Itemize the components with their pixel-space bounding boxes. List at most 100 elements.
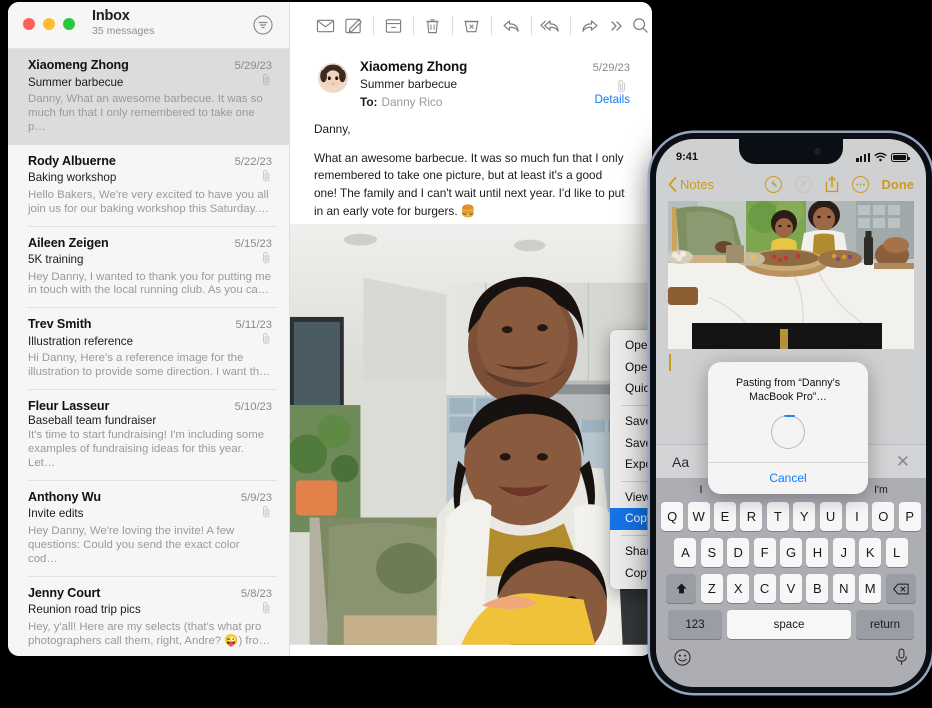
keyboard-key[interactable]: J [832,538,855,567]
numbers-key[interactable]: 123 [668,610,722,639]
microphone-icon[interactable] [895,648,908,666]
junk-icon[interactable] [458,11,487,41]
shift-icon[interactable] [666,574,697,603]
context-menu-item[interactable]: Copy Subject [610,562,652,584]
keyboard-key[interactable]: R [740,502,763,531]
delete-icon[interactable] [418,11,447,41]
keyboard-key[interactable]: X [727,574,750,603]
minimize-window-button[interactable] [43,18,55,30]
search-icon[interactable] [628,11,652,41]
keyboard-key[interactable]: C [753,574,776,603]
keyboard-key[interactable]: K [859,538,882,567]
close-window-button[interactable] [23,18,35,30]
notes-toolbar[interactable]: Notes Done [656,169,926,199]
context-menu-item[interactable]: Save Attachment… [610,411,652,433]
context-menu-item[interactable]: Copy Image [610,508,652,530]
mail-toolbar[interactable] [290,2,652,49]
message-item-preview: It's time to start fundraising! I'm incl… [28,429,265,469]
message-list-item[interactable]: Trev Smith 5/11/23 Illustration reference H… [8,308,289,391]
message-list[interactable]: Xiaomeng Zhong 5/29/23 Summer barbecue Dann… [8,49,289,656]
notes-back-button[interactable]: Notes [668,177,714,192]
close-icon[interactable]: ✕ [896,452,910,472]
message-list-item[interactable]: Xiaomeng Zhong 5/29/23 Summer barbecue Dann… [8,49,289,145]
message-list-item[interactable]: Jenny Court 5/8/23 Reunion road trip pics H… [8,577,289,656]
mark-unread-icon[interactable] [311,11,340,41]
context-menu-item[interactable]: View as Icon [610,487,652,509]
keyboard-key[interactable]: V [780,574,802,603]
keyboard-key[interactable]: D [727,538,750,567]
keyboard-key[interactable]: Z [700,574,723,603]
keyboard-row-2[interactable]: ASDFGHJKL [656,538,926,567]
paste-message-line2: MacBook Pro”… [749,391,827,404]
attachment-clip-icon [261,332,272,350]
context-menu-item[interactable]: Save to Downloads Folder [610,432,652,454]
keyboard-bottom-row[interactable]: 123 space return [656,610,926,639]
message-item-preview: Danny, What an awesome barbecue. It was … [28,93,263,133]
iphone-notch [739,139,843,164]
keyboard-key[interactable]: Y [793,502,816,531]
message-item-subject: Summer barbecue [28,75,124,89]
paste-permission-dialog[interactable]: Pasting from “Danny’s MacBook Pro”… Canc… [708,362,868,495]
context-menu-item[interactable]: Quick Look Attachment [610,378,652,400]
reply-icon[interactable] [497,11,526,41]
window-traffic-lights[interactable] [23,18,75,30]
keyboard-row-3[interactable]: ZXCVBNM [656,574,926,603]
zoom-window-button[interactable] [63,18,75,30]
notes-actions[interactable]: Done [764,175,915,193]
context-menu-item[interactable]: Open Attachment [610,335,652,357]
message-header-right: 5/29/23 Details [593,62,630,106]
toolbar-divider [530,16,532,35]
note-attached-image[interactable] [668,201,914,349]
forward-icon[interactable] [576,11,605,41]
message-subject: Summer barbecue [360,77,458,91]
format-aa-button[interactable]: Aa [672,454,689,470]
message-item-preview: Hey Danny, We're loving the invite! A fe… [28,524,240,565]
context-menu-item[interactable]: Open With› [610,357,652,379]
keyboard-key[interactable]: A [674,538,697,567]
undo-icon[interactable] [764,175,782,193]
keyboard-key[interactable]: Q [661,502,684,531]
wifi-icon [874,152,887,162]
compose-icon[interactable] [340,11,369,41]
context-menu-item[interactable]: Export to Photos [610,454,652,476]
keyboard-key[interactable]: H [806,538,829,567]
keyboard-key[interactable]: M [859,574,882,603]
keyboard-key[interactable]: S [700,538,723,567]
keyboard-key[interactable]: I [845,502,868,531]
keyboard-key[interactable]: N [832,574,855,603]
keyboard-key[interactable]: B [806,574,829,603]
message-list-item[interactable]: Rody Albuerne 5/22/23 Baking workshop Hello… [8,145,289,227]
reply-all-icon[interactable] [536,11,565,41]
more-icon[interactable] [851,175,869,193]
message-list-item[interactable]: Anthony Wu 5/9/23 Invite edits Hey Danny, W… [8,481,289,577]
share-icon[interactable] [825,175,839,193]
filter-icon[interactable] [252,14,274,36]
keyboard-key[interactable]: O [872,502,895,531]
iphone-keyboard[interactable]: ITheI'm QWERTYUIOP ASDFGHJKL ZXCVBNM 123… [656,478,926,687]
keyboard-key[interactable]: W [687,502,710,531]
keyboard-key[interactable]: F [753,538,776,567]
keyboard-key[interactable]: G [780,538,802,567]
avatar [318,63,348,93]
emoji-icon[interactable] [674,648,691,666]
keyboard-key[interactable]: P [898,502,921,531]
context-menu-item[interactable]: Share… [610,541,652,563]
space-key[interactable]: space [727,610,851,639]
keyboard-footer[interactable] [656,639,926,666]
keyboard-key[interactable]: U [819,502,842,531]
keyboard-key[interactable]: E [714,502,737,531]
keyboard-key[interactable]: L [885,538,908,567]
message-list-item[interactable]: Aileen Zeigen 5/15/23 5K training Hey Danny… [8,227,289,309]
message-list-item[interactable]: Fleur Lasseur 5/10/23 Baseball team fundra… [8,390,289,481]
return-key[interactable]: return [856,610,914,639]
archive-icon[interactable] [379,11,408,41]
backspace-icon[interactable] [885,574,916,603]
attachment-photo[interactable] [290,224,652,656]
keyboard-key[interactable]: T [766,502,789,531]
more-icon[interactable] [604,11,628,41]
notes-done-button[interactable]: Done [882,177,915,192]
message-item-subject: Baking workshop [28,171,117,185]
keyboard-row-1[interactable]: QWERTYUIOP [656,502,926,531]
attachment-context-menu[interactable]: Open AttachmentOpen With›Quick Look Atta… [610,330,652,590]
paste-cancel-button[interactable]: Cancel [708,463,868,494]
